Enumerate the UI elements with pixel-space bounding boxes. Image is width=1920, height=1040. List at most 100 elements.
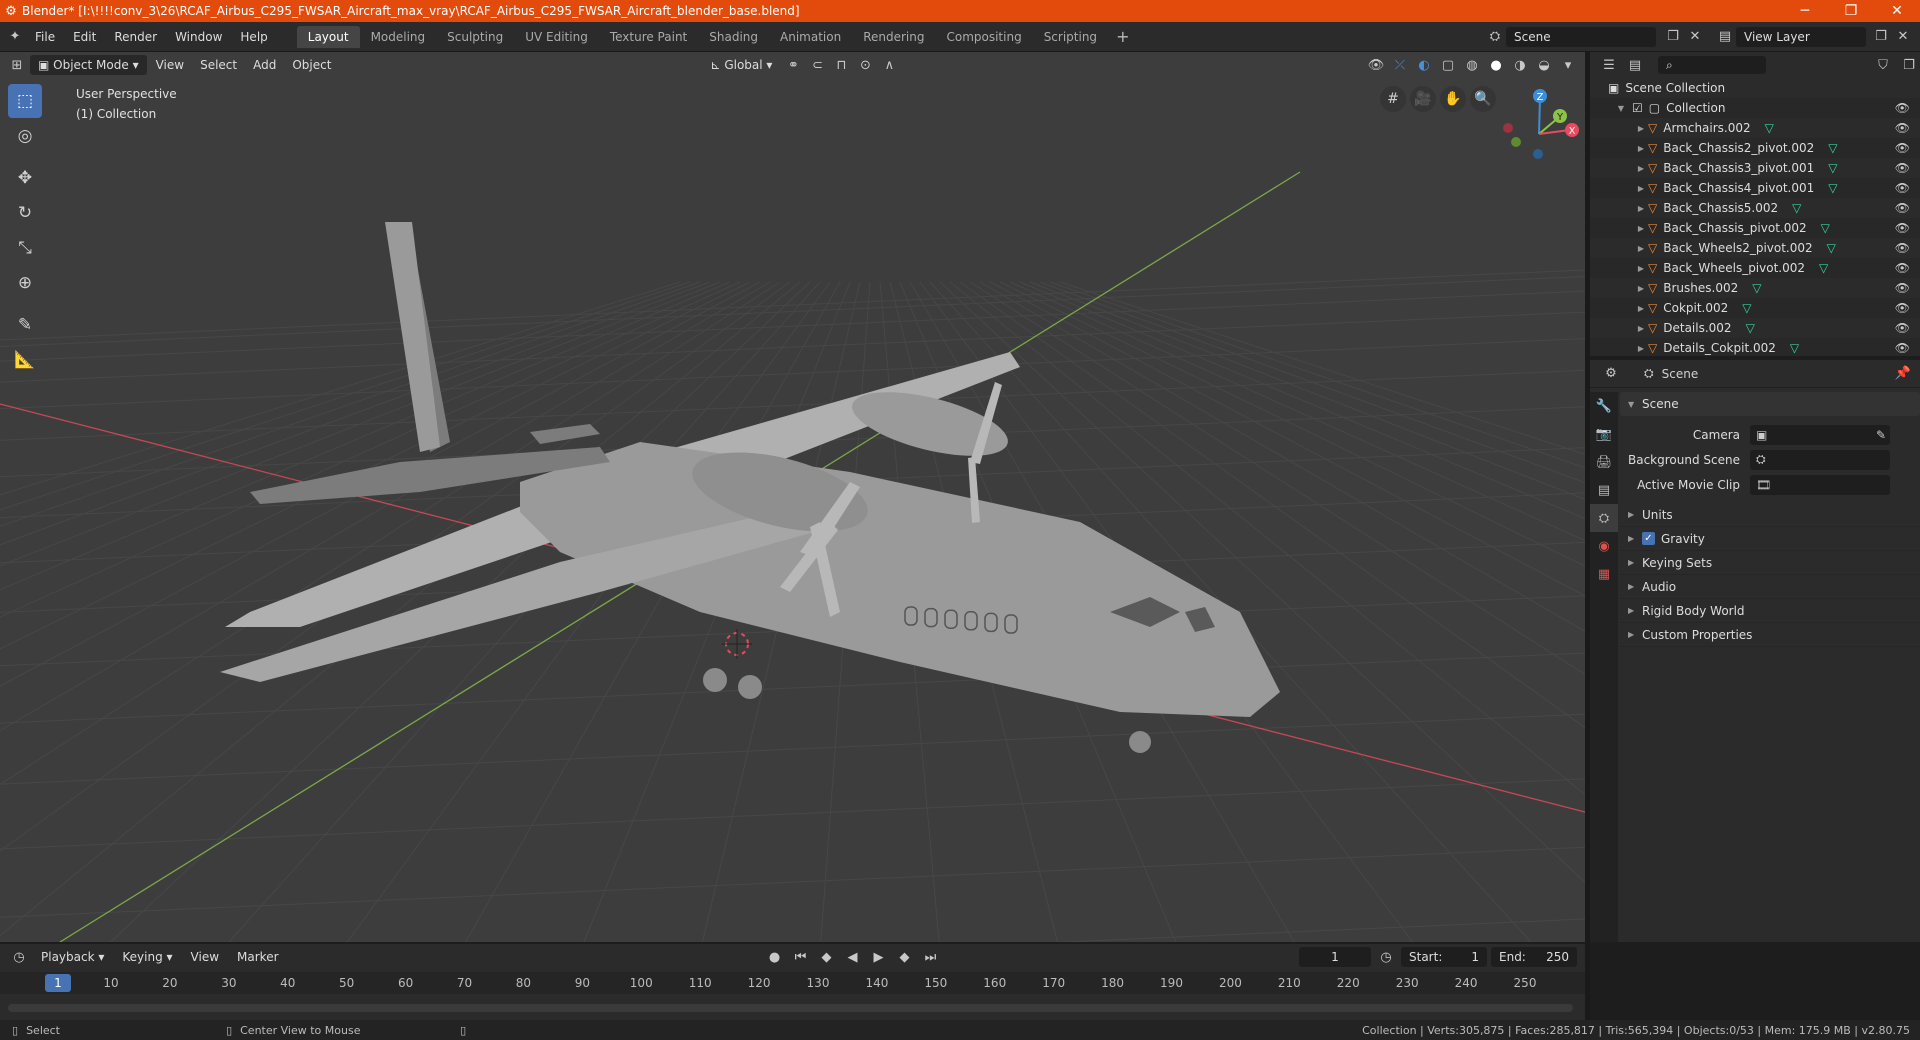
mesh-data-icon[interactable]: ▽: [1828, 141, 1837, 155]
mesh-data-icon[interactable]: ▽: [1827, 241, 1836, 255]
outliner-item[interactable]: ▶ ▽ Details.002 ▽ 👁: [1590, 318, 1920, 338]
scale-tool[interactable]: ⤡: [8, 231, 42, 265]
measure-tool[interactable]: 📐: [8, 343, 42, 377]
eye-icon[interactable]: 👁: [1895, 301, 1910, 315]
view-layer-selector[interactable]: View Layer: [1736, 26, 1866, 47]
move-tool[interactable]: ✥: [8, 161, 42, 195]
mesh-data-icon[interactable]: ▽: [1819, 261, 1828, 275]
transform-tool[interactable]: ⊕: [8, 266, 42, 300]
mesh-data-icon[interactable]: ▽: [1742, 301, 1751, 315]
filter-icon[interactable]: ⛉: [1872, 54, 1894, 76]
outliner-item[interactable]: ▶ ▽ Details_Cokpit.002 ▽ 👁: [1590, 338, 1920, 356]
blender-menu-icon[interactable]: ✦: [4, 26, 26, 48]
camera-field[interactable]: ▣ ✎: [1750, 424, 1890, 445]
shading-wireframe-icon[interactable]: ◍: [1461, 54, 1483, 76]
menu-file[interactable]: File: [26, 30, 64, 44]
outliner-item[interactable]: ▶ ▽ Back_Chassis3_pivot.001 ▽ 👁: [1590, 158, 1920, 178]
falloff-icon[interactable]: ∧: [878, 54, 900, 76]
current-frame-indicator[interactable]: 1: [45, 974, 71, 992]
mesh-data-icon[interactable]: ▽: [1790, 341, 1799, 355]
outliner-item[interactable]: ▶ ▽ Back_Chassis_pivot.002 ▽ 👁: [1590, 218, 1920, 238]
section-custom-properties[interactable]: ▶ Custom Properties: [1620, 623, 1920, 647]
outliner-item[interactable]: ▶ ▽ Brushes.002 ▽ 👁: [1590, 278, 1920, 298]
render-tab-icon[interactable]: 📷: [1590, 420, 1618, 448]
eye-icon[interactable]: 👁: [1895, 121, 1910, 135]
menu-help[interactable]: Help: [231, 30, 276, 44]
editor-type-icon[interactable]: ⚙: [1600, 363, 1622, 385]
new-collection-icon[interactable]: ❐: [1898, 54, 1920, 76]
expand-triangle-icon[interactable]: ▶: [1634, 324, 1648, 333]
delete-scene-icon[interactable]: ✕: [1684, 26, 1706, 48]
tab-texture-paint[interactable]: Texture Paint: [599, 26, 698, 48]
eye-icon[interactable]: 👁: [1895, 261, 1910, 275]
viewport-menu-object[interactable]: Object: [285, 56, 338, 74]
outliner-item[interactable]: ▶ ▽ Back_Wheels_pivot.002 ▽ 👁: [1590, 258, 1920, 278]
outliner-item[interactable]: ▶ ▽ Back_Chassis2_pivot.002 ▽ 👁: [1590, 138, 1920, 158]
display-mode-icon[interactable]: ▤: [1624, 54, 1646, 76]
gravity-checkbox[interactable]: ✓: [1642, 532, 1655, 545]
menu-edit[interactable]: Edit: [64, 30, 105, 44]
shading-solid-icon[interactable]: ●: [1485, 54, 1507, 76]
eye-icon[interactable]: 👁: [1895, 141, 1910, 155]
outliner-item[interactable]: ▶ ▽ Armchairs.002 ▽ 👁: [1590, 118, 1920, 138]
timeline-scrollbar[interactable]: [8, 1004, 1573, 1012]
3d-viewport[interactable]: ⊞ ▣ Object Mode ▾ View Select Add Object…: [0, 52, 1585, 942]
object-mode-dropdown[interactable]: ▣ Object Mode ▾: [30, 55, 147, 75]
section-rigid-body-world[interactable]: ▶ Rigid Body World: [1620, 599, 1920, 623]
viewport-menu-view[interactable]: View: [149, 56, 191, 74]
expand-triangle-icon[interactable]: ▶: [1634, 244, 1648, 253]
scene-tab-icon[interactable]: ⛭: [1590, 504, 1618, 532]
outliner-item[interactable]: ▶ ▽ Back_Wheels2_pivot.002 ▽ 👁: [1590, 238, 1920, 258]
active-movie-clip-field[interactable]: 🎞: [1750, 474, 1890, 495]
tab-layout[interactable]: Layout: [296, 25, 360, 48]
background-scene-field[interactable]: ⛭: [1750, 449, 1890, 470]
pan-hand-icon[interactable]: ✋: [1440, 86, 1466, 112]
expand-triangle-icon[interactable]: ▶: [1634, 344, 1648, 353]
rotate-tool[interactable]: ↻: [8, 196, 42, 230]
add-workspace-button[interactable]: +: [1108, 27, 1137, 46]
clock-icon[interactable]: ◷: [1375, 946, 1397, 968]
shading-options-icon[interactable]: ▾: [1557, 54, 1579, 76]
jump-start-icon[interactable]: ⏮: [790, 946, 812, 968]
snap-icon[interactable]: ⊂: [806, 54, 828, 76]
proportional-edit-icon[interactable]: ⊙: [854, 54, 876, 76]
section-units[interactable]: ▶ Units: [1620, 503, 1920, 527]
transform-orientation-dropdown[interactable]: ⊾ Global ▾: [702, 55, 780, 75]
world-tab-icon[interactable]: ◉: [1590, 532, 1618, 560]
tool-tab-icon[interactable]: 🔧: [1590, 392, 1618, 420]
snap-target-icon[interactable]: ⊓: [830, 54, 852, 76]
texture-tab-icon[interactable]: ▦: [1590, 560, 1618, 588]
timeline-menu-view[interactable]: View: [184, 948, 226, 966]
record-icon[interactable]: ●: [764, 946, 786, 968]
camera-view-icon[interactable]: 🎥: [1410, 86, 1436, 112]
eye-icon[interactable]: 👁: [1895, 221, 1910, 235]
eye-icon[interactable]: 👁: [1895, 281, 1910, 295]
timeline-menu-marker[interactable]: Marker: [230, 948, 285, 966]
pivot-point-icon[interactable]: ⚭: [782, 54, 804, 76]
delete-view-layer-icon[interactable]: ✕: [1892, 26, 1914, 48]
timeline-menu-keying[interactable]: Keying ▾: [115, 948, 179, 966]
outliner-search-input[interactable]: ⌕: [1658, 56, 1766, 74]
timeline-menu-playback[interactable]: Playback ▾: [34, 948, 111, 966]
outliner-item[interactable]: ▶ ▽ Cokpit.002 ▽ 👁: [1590, 298, 1920, 318]
maximize-button[interactable]: ❐: [1828, 3, 1874, 19]
cursor-tool[interactable]: ◎: [8, 119, 42, 153]
mesh-data-icon[interactable]: ▽: [1792, 201, 1801, 215]
tab-compositing[interactable]: Compositing: [935, 26, 1032, 48]
xray-toggle-icon[interactable]: ▢: [1437, 54, 1459, 76]
annotate-tool[interactable]: ✎: [8, 308, 42, 342]
mesh-data-icon[interactable]: ▽: [1828, 161, 1837, 175]
expand-triangle-icon[interactable]: ▶: [1634, 204, 1648, 213]
expand-triangle-icon[interactable]: ▶: [1634, 144, 1648, 153]
outliner-item[interactable]: ▶ ▽ Back_Chassis5.002 ▽ 👁: [1590, 198, 1920, 218]
overlay-toggle-icon[interactable]: ◐: [1413, 54, 1435, 76]
current-frame-field[interactable]: 1: [1299, 947, 1371, 967]
mesh-data-icon[interactable]: ▽: [1821, 221, 1830, 235]
expand-triangle-icon[interactable]: ▶: [1634, 304, 1648, 313]
tab-uv-editing[interactable]: UV Editing: [514, 26, 599, 48]
viewport-menu-add[interactable]: Add: [246, 56, 283, 74]
expand-triangle-icon[interactable]: ▶: [1634, 164, 1648, 173]
gizmo-neg-x-handle[interactable]: [1503, 123, 1513, 133]
select-box-tool[interactable]: ⬚: [8, 84, 42, 118]
editor-type-icon[interactable]: ⊞: [6, 54, 28, 76]
